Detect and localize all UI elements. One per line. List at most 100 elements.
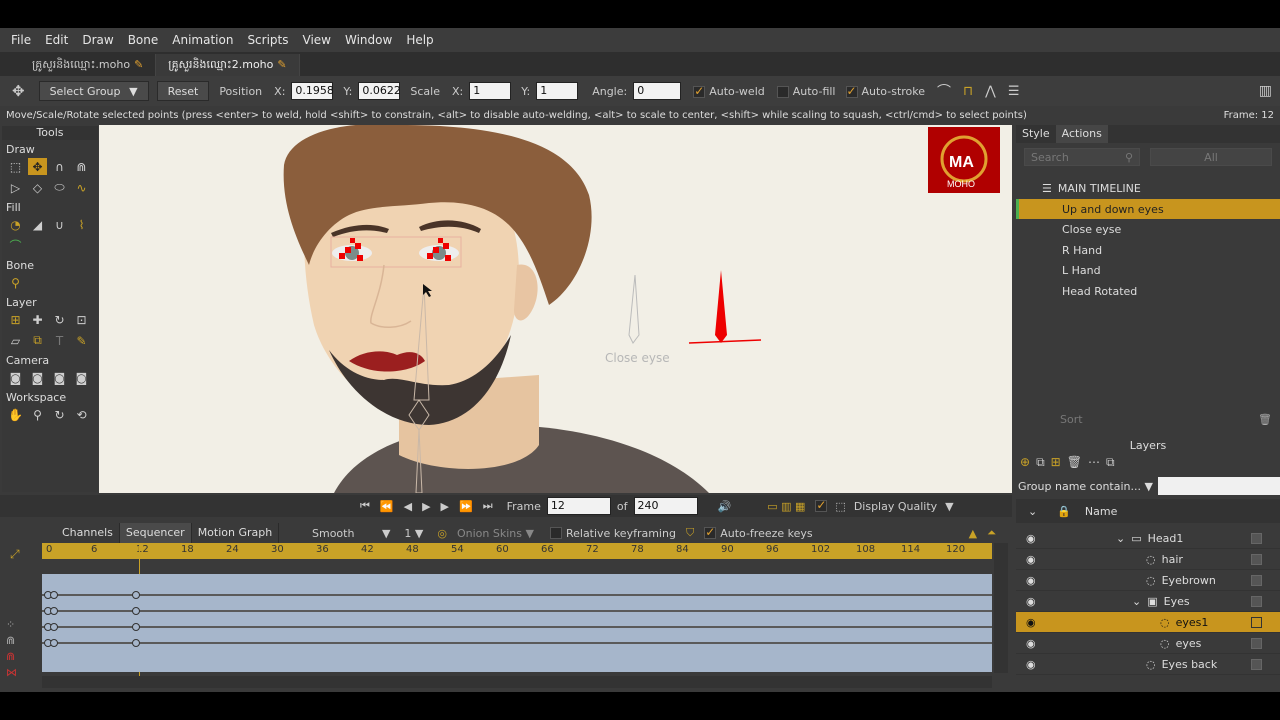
step-forward-icon[interactable]: ⏩	[459, 500, 473, 513]
frame-icon[interactable]: ⬚	[835, 500, 845, 513]
create-shape-icon[interactable]: ◢	[28, 216, 47, 233]
camera-track-icon[interactable]: ◙	[6, 369, 25, 386]
group-filter-dropdown[interactable]: Group name contain... ▼	[1018, 480, 1153, 493]
panel-toggle-icon[interactable]: ▥	[1259, 83, 1272, 99]
oval-icon[interactable]: ⬭	[50, 179, 69, 196]
chevron-down-icon[interactable]: ⌄	[1116, 532, 1125, 545]
keyframe[interactable]	[132, 607, 140, 615]
eye-icon[interactable]: ◉	[1016, 637, 1056, 650]
last-frame-icon[interactable]: ⏭	[483, 499, 493, 513]
color-points-icon[interactable]: ⌒	[6, 237, 25, 254]
action-item[interactable]: Up and down eyes	[1016, 199, 1280, 219]
layer-row[interactable]: ◉ ◌ Eyes back	[1016, 654, 1280, 675]
keyframe[interactable]	[132, 639, 140, 647]
chevron-down-icon[interactable]: ⌄	[1132, 595, 1141, 608]
angle-field[interactable]: 0	[633, 82, 682, 100]
scale-layer-icon[interactable]: ⊡	[72, 311, 91, 328]
scale-x-field[interactable]: 1	[469, 82, 512, 100]
layer-row[interactable]: ◉ ◌ Eyebrown	[1016, 570, 1280, 591]
canvas-viewport[interactable]: MA MOHO Close eyse	[99, 125, 1012, 493]
hand-icon[interactable]: ✋	[6, 406, 25, 423]
freehand-icon[interactable]: ◇	[28, 179, 47, 196]
shield-icon[interactable]: ⛉	[686, 526, 694, 540]
magnet-icon[interactable]: ⋒	[72, 158, 91, 175]
action-item[interactable]: Close eyse	[1016, 220, 1280, 240]
dropdown-arrow-icon[interactable]: ▼	[945, 500, 953, 513]
volume-icon[interactable]: 🔊	[718, 500, 732, 513]
expand-icon[interactable]: ⤢	[10, 547, 20, 562]
keyframe[interactable]	[50, 623, 58, 631]
layer-row-selected[interactable]: ◉ ◌ eyes1	[1016, 612, 1280, 633]
next-frame-icon[interactable]: ▶	[441, 500, 449, 513]
menu-bone[interactable]: Bone	[121, 33, 166, 47]
text-icon[interactable]: T	[50, 332, 69, 349]
menu-edit[interactable]: Edit	[38, 33, 75, 47]
keyframe[interactable]	[50, 591, 58, 599]
duplicate-layer-icon[interactable]: ⧉	[1036, 455, 1045, 473]
add-point-icon[interactable]: ▷	[6, 179, 25, 196]
mountain-icon[interactable]: ⏶	[987, 526, 996, 540]
action-item[interactable]: R Hand	[1016, 240, 1280, 260]
quality-icons[interactable]: ▭ ▥ ▦	[767, 500, 805, 513]
keyframe[interactable]	[132, 591, 140, 599]
position-y-field[interactable]: 0.0622	[358, 82, 401, 100]
eye-icon[interactable]: ◉	[1016, 574, 1056, 587]
align-icon[interactable]: ☰	[1008, 84, 1020, 99]
eyedropper-icon[interactable]: ✎	[72, 332, 91, 349]
eye-icon[interactable]: ◉	[1016, 595, 1056, 608]
rotate-layer-icon[interactable]: ↻	[50, 311, 69, 328]
select-points-icon[interactable]: ⬚	[6, 158, 25, 175]
total-frames-field[interactable]: 240	[633, 497, 698, 515]
reset-button[interactable]: Reset	[156, 81, 210, 101]
delete-layer-icon[interactable]: 🗑	[1067, 455, 1082, 473]
switch-layer-icon[interactable]: ⧉	[28, 332, 47, 349]
curvature-icon[interactable]: ⌒	[937, 81, 951, 101]
relative-keyframing-checkbox[interactable]	[549, 527, 562, 539]
layer-row[interactable]: ◉ ⌄ ▣ Eyes	[1016, 591, 1280, 612]
action-item[interactable]: Head Rotated	[1016, 281, 1280, 301]
document-tab-1[interactable]: គ្រូសួរនិងឈ្មោះ.moho ✎	[20, 54, 157, 76]
tab-channels[interactable]: Channels	[56, 523, 120, 543]
keyframe[interactable]	[132, 623, 140, 631]
interpolation-dropdown[interactable]: Smooth ▼	[312, 527, 390, 540]
layer-row[interactable]: ◉ ◌ eyes	[1016, 633, 1280, 654]
keyframe[interactable]	[50, 639, 58, 647]
eye-icon[interactable]: ◉	[1016, 616, 1056, 629]
play-icon[interactable]: ▶	[422, 500, 430, 513]
tab-style[interactable]: Style	[1016, 125, 1056, 143]
tab-motion-graph[interactable]: Motion Graph	[192, 523, 280, 543]
auto-fill-checkbox[interactable]: Auto-fill	[776, 85, 836, 98]
current-frame-field[interactable]: 12	[546, 497, 611, 515]
eye-icon[interactable]: ◉	[1016, 532, 1056, 545]
curvature-icon[interactable]: ∩	[50, 158, 69, 175]
timeline-vscrollbar[interactable]	[994, 543, 1008, 673]
menu-file[interactable]: File	[4, 33, 38, 47]
shear-layer-icon[interactable]: ▱	[6, 332, 25, 349]
frame-ruler[interactable]: 0 6 12 18 24 30 36 42 48 54 60 66 72 78 84 90 96 102 108 11…	[42, 543, 992, 683]
select-group-dropdown[interactable]: Select Group ▼	[38, 81, 149, 101]
document-tab-2[interactable]: គ្រូសួរនិងឈ្មោះ2.moho ✎	[156, 54, 300, 76]
transform-points-icon[interactable]: ✥	[28, 158, 47, 175]
tab-sequencer[interactable]: Sequencer	[119, 523, 192, 543]
set-origin-icon[interactable]: ⊞	[6, 311, 25, 328]
camera-roll-icon[interactable]: ◙	[50, 369, 69, 386]
eye-icon[interactable]: ◉	[1016, 553, 1056, 566]
line-width-icon[interactable]: ⌇	[72, 216, 91, 233]
onion-skin-icon[interactable]: ◎	[437, 527, 447, 540]
main-timeline-item[interactable]: ☰ MAIN TIMELINE	[1016, 177, 1280, 199]
camera-zoom-icon[interactable]: ◙	[28, 369, 47, 386]
paint-bucket-icon[interactable]: ∪	[50, 216, 69, 233]
auto-weld-checkbox[interactable]: Auto-weld	[693, 84, 765, 98]
action-item[interactable]: L Hand	[1016, 261, 1280, 281]
eye-icon[interactable]: ◉	[1016, 658, 1056, 671]
timeline-hscrollbar[interactable]	[42, 676, 992, 688]
layer-settings-icon[interactable]: ⧉	[1106, 455, 1115, 473]
select-shape-icon[interactable]: ◔	[6, 216, 25, 233]
step-back-icon[interactable]: ⏪	[380, 500, 394, 513]
interval-dropdown[interactable]: 1 ▼	[404, 527, 423, 540]
actions-filter-dropdown[interactable]: All	[1150, 148, 1272, 166]
tab-actions[interactable]: Actions	[1055, 125, 1108, 143]
menu-animation[interactable]: Animation	[165, 33, 240, 47]
menu-draw[interactable]: Draw	[75, 33, 120, 47]
keyframe[interactable]	[50, 607, 58, 615]
